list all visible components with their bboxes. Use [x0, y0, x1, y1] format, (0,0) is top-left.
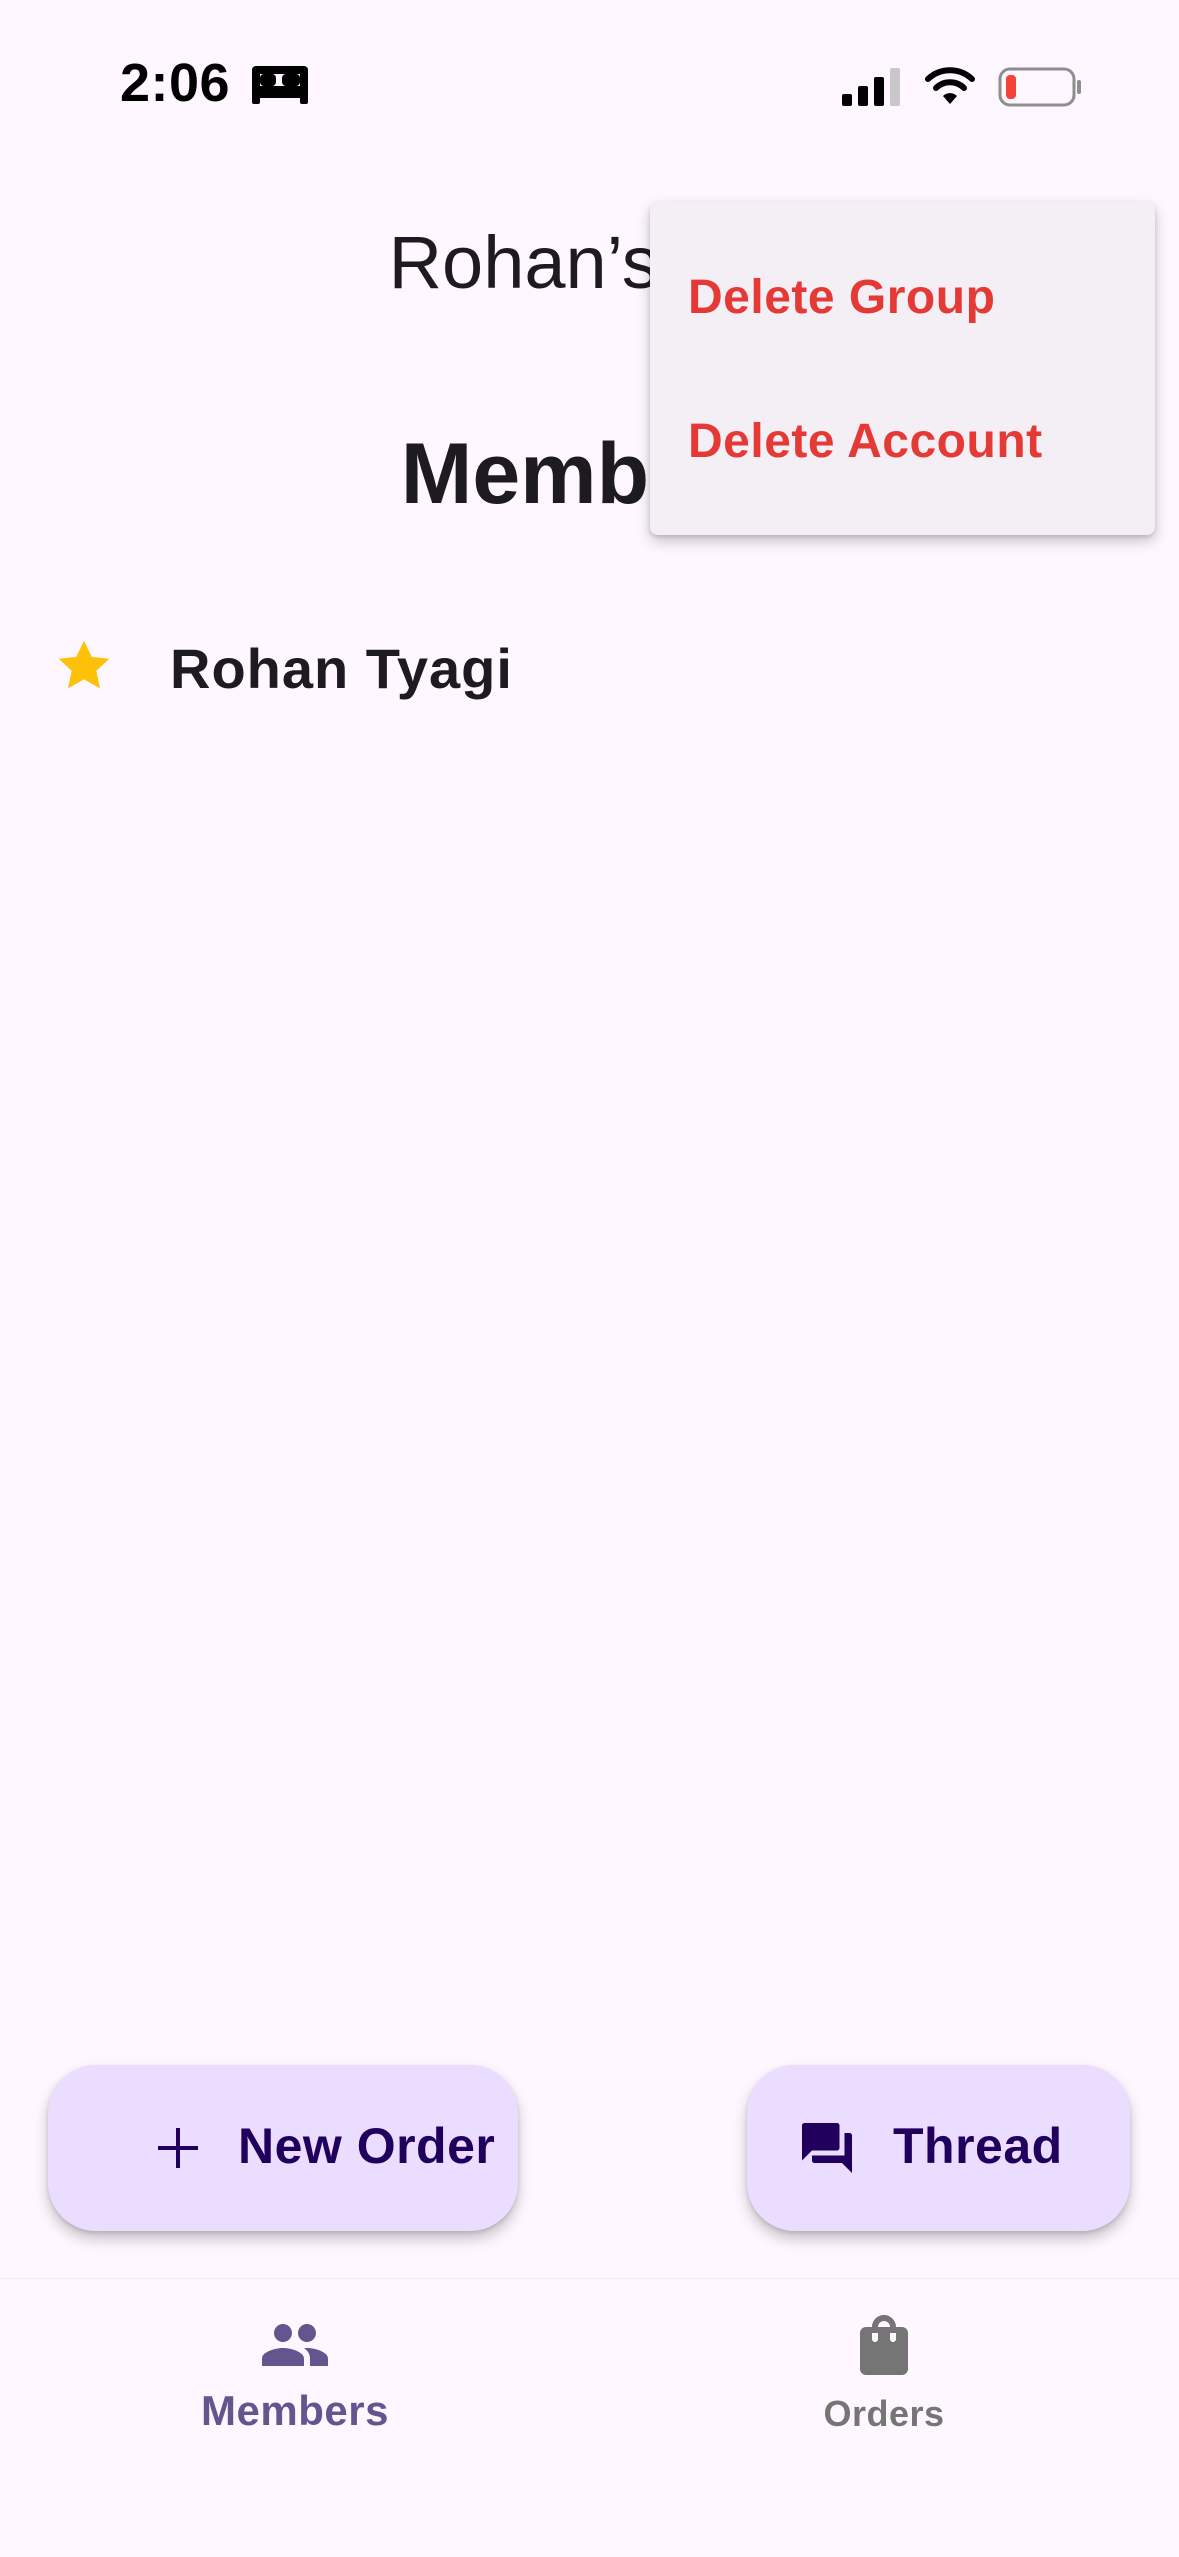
new-order-label: New Order	[238, 2118, 496, 2174]
star-icon	[58, 640, 110, 689]
nav-label-members: Members	[201, 2387, 389, 2434]
bed-icon	[252, 66, 308, 104]
nav-label-orders: Orders	[823, 2393, 945, 2434]
member-row[interactable]: Rohan Tyagi	[0, 610, 1179, 720]
plus-icon	[158, 2128, 198, 2168]
group-icon	[262, 2324, 328, 2366]
overflow-menu: Delete Group Delete Account	[650, 202, 1155, 535]
thread-label: Thread	[893, 2118, 1063, 2174]
shopping-bag-icon	[860, 2315, 908, 2375]
thread-button[interactable]: Thread	[747, 2065, 1130, 2231]
nav-item-orders[interactable]: Orders	[734, 2309, 1034, 2459]
delete-group-menu-item[interactable]: Delete Group	[688, 270, 995, 325]
forum-icon	[802, 2123, 852, 2173]
nav-item-members[interactable]: Members	[145, 2309, 445, 2459]
member-name: Rohan Tyagi	[170, 637, 513, 700]
status-bar: 2:06	[0, 0, 1179, 170]
new-order-button[interactable]: New Order	[48, 2065, 518, 2231]
delete-account-menu-item[interactable]: Delete Account	[688, 414, 1043, 469]
battery-low-icon	[998, 67, 1081, 107]
status-time: 2:06	[120, 53, 231, 113]
cellular-signal-icon	[842, 68, 900, 106]
bottom-navigation: Members Orders	[0, 2278, 1179, 2557]
wifi-icon	[925, 67, 975, 104]
